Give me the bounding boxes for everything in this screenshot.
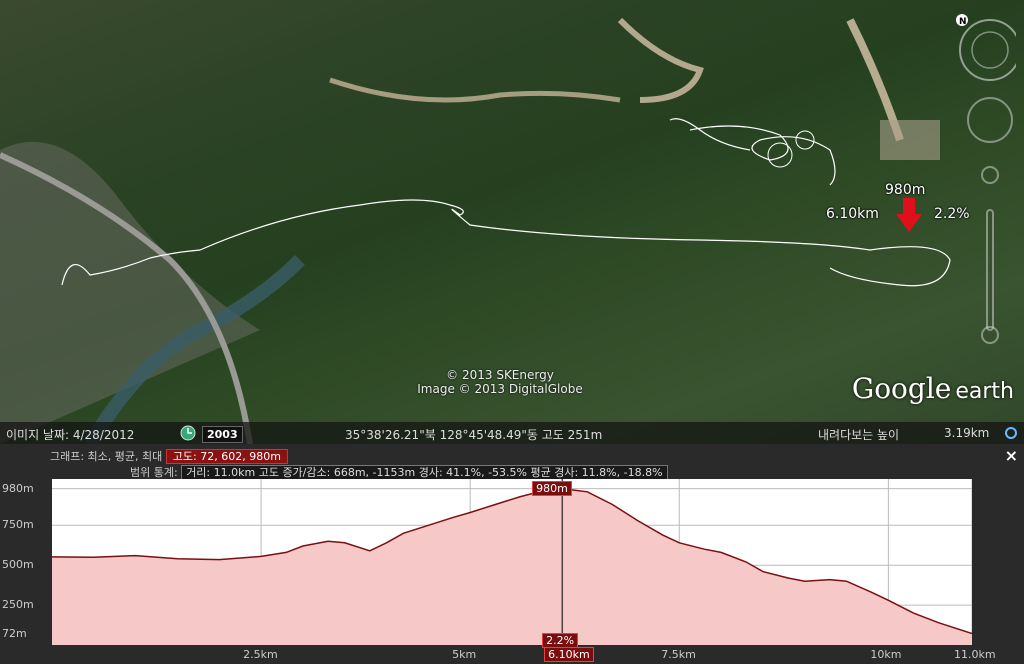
status-bar: 이미지 날짜: 4/28/2012 2003 35°38'26.21"북 128…	[0, 422, 1024, 444]
image-date: 이미지 날짜: 4/28/2012	[6, 428, 135, 442]
y-tick-label: 980m	[2, 481, 34, 495]
close-profile-button[interactable]: ×	[1005, 446, 1018, 465]
compass-north-letter: N	[959, 17, 967, 27]
x-tick-label: 2.5km	[243, 648, 278, 661]
x-tick-label: 11.0km	[954, 648, 996, 661]
elevation-area	[52, 488, 972, 645]
cursor-slope-tag: 2.2%	[542, 633, 579, 648]
satellite-map-view[interactable]: 980m 6.10km 2.2% © 2013 SKEnergy Image ©…	[0, 0, 1024, 444]
cursor-coordinates: 35°38'26.21"북 128°45'48.49"동 고도 251m	[345, 428, 603, 442]
x-tick-label: 7.5km	[661, 648, 696, 661]
google-earth-logo: Google earth	[852, 372, 1014, 405]
x-tick-label: 10km	[870, 648, 902, 661]
range-stats-values: 거리: 11.0km 고도 증가/감소: 668m, -1153m 경사: 41…	[181, 465, 668, 480]
eye-altitude-value: 3.19km	[944, 426, 990, 440]
elevation-chart-svg	[51, 479, 973, 645]
cursor-distance-tag: 6.10km	[544, 647, 594, 662]
historical-imagery-clock-icon[interactable]	[180, 425, 196, 441]
y-tick-label: 72m	[2, 626, 27, 640]
legend-elevation-values: 고도: 72, 602, 980m	[165, 449, 288, 464]
elevation-chart[interactable]	[51, 479, 973, 645]
legend-graph-label: 그래프: 최소, 평균, 최대	[50, 450, 163, 463]
copyright-line-2: Image © 2013 DigitalGlobe	[417, 382, 583, 396]
y-tick-label: 500m	[2, 558, 34, 572]
navigation-controls: N	[950, 10, 1016, 350]
eye-altitude-label: 내려다보는 높이	[818, 428, 900, 442]
streaming-status-icon	[1005, 427, 1017, 439]
look-joystick[interactable]	[967, 97, 1013, 143]
range-stats-label: 범위 통계:	[130, 466, 178, 479]
logo-google-text: Google	[851, 372, 952, 405]
profile-range-stats: 범위 통계: 거리: 11.0km 고도 증가/감소: 668m, -1153m…	[130, 464, 668, 480]
y-tick-label: 750m	[2, 518, 34, 532]
map-copyright: © 2013 SKEnergy Image © 2013 DigitalGlob…	[400, 368, 600, 396]
street-view-person-icon[interactable]	[981, 166, 999, 184]
copyright-line-1: © 2013 SKEnergy	[446, 368, 554, 382]
logo-earth-text: earth	[955, 379, 1014, 404]
y-tick-label: 250m	[2, 598, 34, 612]
elevation-profile-panel: 그래프: 최소, 평균, 최대 고도: 72, 602, 980m 범위 통계:…	[0, 444, 1024, 664]
callout-elevation: 980m	[885, 182, 926, 198]
imagery-year: 2003	[202, 426, 243, 443]
zoom-slider[interactable]	[986, 209, 994, 331]
profile-legend: 그래프: 최소, 평균, 최대 고도: 72, 602, 980m	[50, 448, 288, 464]
callout-distance: 6.10km	[826, 206, 879, 222]
position-arrow-icon	[896, 198, 922, 232]
cursor-elevation-tag: 980m	[532, 481, 572, 496]
x-tick-label: 5km	[452, 648, 477, 661]
